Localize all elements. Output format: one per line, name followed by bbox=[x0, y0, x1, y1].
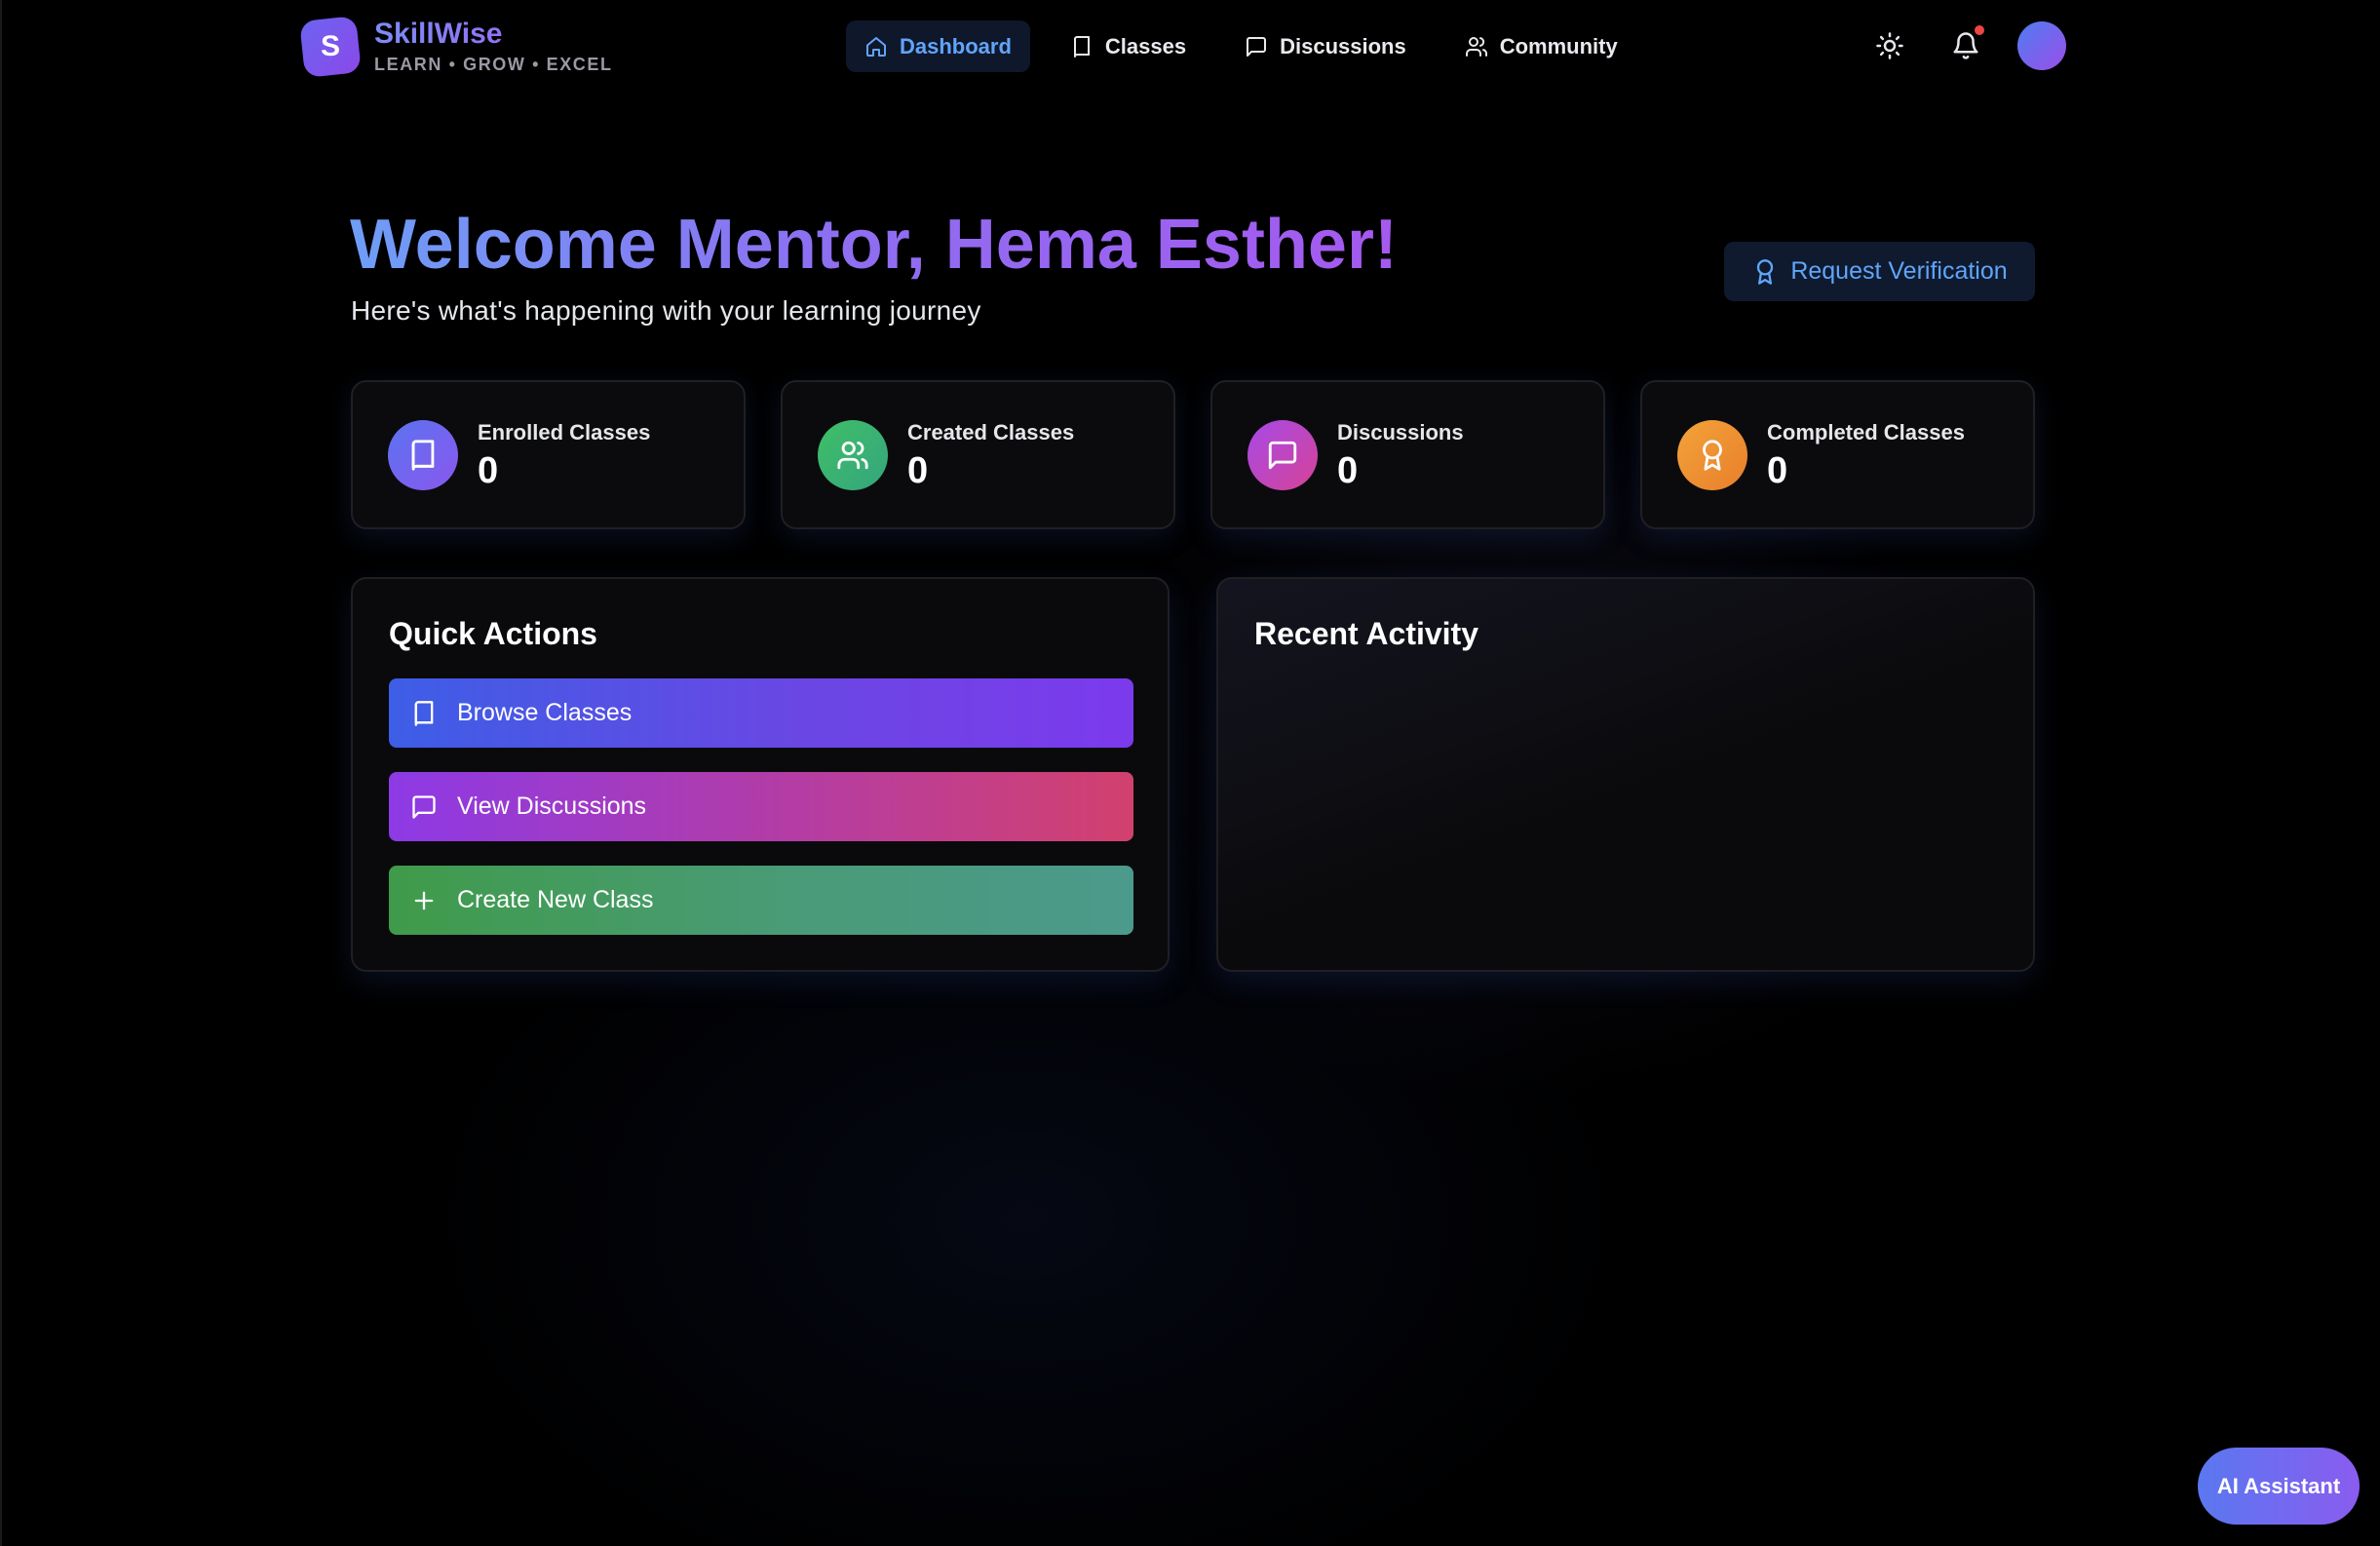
book-icon bbox=[414, 700, 434, 726]
stat-card-created: Created Classes 0 bbox=[781, 380, 1175, 529]
stat-icon-bg bbox=[1248, 419, 1318, 490]
plus-icon bbox=[414, 891, 434, 909]
create-new-class-label: Create New Class bbox=[457, 886, 654, 913]
users-icon bbox=[1465, 36, 1487, 57]
stat-label: Completed Classes bbox=[1767, 419, 1965, 444]
award-icon bbox=[1703, 439, 1722, 471]
nav-item-label: Dashboard bbox=[900, 33, 1012, 58]
brand-logo: S bbox=[299, 15, 362, 78]
stat-card-completed: Completed Classes 0 bbox=[1640, 380, 2035, 529]
browse-classes-button[interactable]: Browse Classes bbox=[389, 678, 1133, 748]
stat-text: Discussions 0 bbox=[1337, 420, 1464, 490]
theme-toggle-button[interactable] bbox=[1865, 21, 1914, 70]
stat-card-enrolled: Enrolled Classes 0 bbox=[351, 380, 746, 529]
stat-label: Created Classes bbox=[907, 419, 1075, 444]
stat-value: 0 bbox=[1337, 449, 1359, 491]
stat-text: Enrolled Classes 0 bbox=[478, 420, 650, 490]
browse-classes-label: Browse Classes bbox=[457, 699, 633, 726]
notification-dot bbox=[1975, 25, 1984, 35]
message-square-icon bbox=[412, 794, 436, 819]
nav-links: Dashboard Classes Discussions Community bbox=[846, 20, 1658, 72]
nav-item-dashboard[interactable]: Dashboard bbox=[846, 20, 1030, 72]
nav-item-discussions[interactable]: Discussions bbox=[1226, 20, 1425, 72]
request-verification-button[interactable]: Request Verification bbox=[1724, 242, 2035, 301]
brand[interactable]: S SkillWise LEARN • GROW • EXCEL bbox=[299, 15, 613, 78]
create-new-class-button[interactable]: Create New Class bbox=[389, 866, 1133, 935]
avatar[interactable] bbox=[2017, 21, 2066, 70]
stat-value: 0 bbox=[1767, 449, 1788, 491]
brand-text: SkillWise LEARN • GROW • EXCEL bbox=[374, 18, 613, 75]
stat-text: Completed Classes 0 bbox=[1767, 420, 1965, 490]
message-square-icon bbox=[1268, 441, 1297, 469]
sun-icon bbox=[1876, 32, 1903, 59]
stat-icon-bg bbox=[1677, 419, 1747, 490]
top-nav: S SkillWise LEARN • GROW • EXCEL Dashboa… bbox=[2, 0, 2380, 93]
quick-actions-title: Quick Actions bbox=[389, 616, 597, 651]
book-icon bbox=[411, 439, 435, 471]
stat-label: Enrolled Classes bbox=[478, 419, 651, 444]
ai-assistant-button[interactable]: AI Assistant bbox=[2198, 1448, 2360, 1525]
stats-row: Enrolled Classes 0 Created Classes 0 Dis… bbox=[351, 380, 2035, 529]
award-icon bbox=[1757, 258, 1774, 285]
nav-item-label: Discussions bbox=[1280, 33, 1406, 58]
message-square-icon bbox=[1247, 36, 1267, 57]
stat-value: 0 bbox=[907, 449, 929, 491]
book-icon bbox=[1073, 35, 1090, 58]
brand-tagline: LEARN • GROW • EXCEL bbox=[374, 55, 613, 74]
dashboard-page: S SkillWise LEARN • GROW • EXCEL Dashboa… bbox=[0, 0, 2380, 1546]
request-verification-label: Request Verification bbox=[1790, 257, 2008, 285]
nav-right bbox=[1838, 21, 2066, 70]
stat-label: Discussions bbox=[1337, 419, 1464, 444]
nav-item-label: Community bbox=[1499, 33, 1618, 58]
recent-activity-title: Recent Activity bbox=[1254, 616, 1478, 651]
stat-icon-bg bbox=[388, 419, 458, 490]
view-discussions-button[interactable]: View Discussions bbox=[389, 772, 1133, 841]
home-icon bbox=[866, 36, 886, 57]
users-icon bbox=[837, 441, 868, 469]
brand-logo-letter: S bbox=[320, 29, 341, 62]
nav-item-label: Classes bbox=[1104, 33, 1187, 58]
page-title: Welcome Mentor, Hema Esther! bbox=[350, 201, 1398, 289]
bell-icon bbox=[1953, 32, 1978, 59]
stat-card-discussions: Discussions 0 bbox=[1210, 380, 1605, 529]
stat-text: Created Classes 0 bbox=[907, 420, 1074, 490]
recent-activity-panel: Recent Activity bbox=[1216, 577, 2035, 972]
nav-item-classes[interactable]: Classes bbox=[1052, 20, 1205, 72]
view-discussions-label: View Discussions bbox=[457, 792, 647, 820]
nav-item-community[interactable]: Community bbox=[1446, 20, 1636, 72]
stat-value: 0 bbox=[478, 449, 499, 491]
notifications-button[interactable] bbox=[1941, 21, 1990, 70]
brand-name: SkillWise bbox=[374, 18, 613, 51]
stat-icon-bg bbox=[818, 419, 888, 490]
page-subtitle: Here's what's happening with your learni… bbox=[351, 295, 981, 326]
quick-actions-panel: Quick Actions Browse Classes View Discus… bbox=[351, 577, 1170, 972]
